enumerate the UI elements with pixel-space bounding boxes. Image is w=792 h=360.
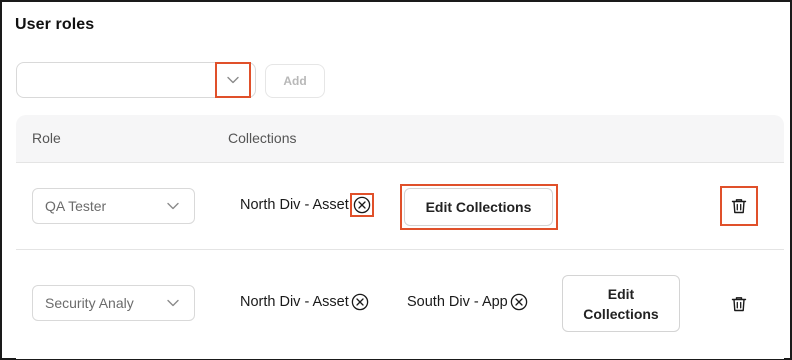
edit-collections-button[interactable]: Edit Collections [404,188,553,226]
remove-collection-button[interactable] [349,193,374,217]
remove-collection-button[interactable] [351,293,369,311]
close-circle-icon [353,196,371,214]
collection-chip-label: South Div - App [407,294,508,310]
edit-collections-label-line2: Collections [583,305,659,322]
table-row: Security Analy North Div - Asset South D… [16,251,784,359]
section-title: User roles [15,16,95,33]
chevron-down-icon [167,202,179,210]
roles-table-header: Role Collections [16,115,784,163]
role-picker-input[interactable] [16,62,256,98]
remove-collection-button[interactable] [510,293,528,311]
collection-chip: South Div - App [407,293,528,311]
user-roles-panel: User roles Add Role Collections QA Teste… [0,0,792,360]
delete-role-button[interactable] [729,294,749,314]
collection-chip: North Div - Asset [240,193,374,217]
edit-collections-label-line1: Edit [607,285,635,302]
collection-chip: North Div - Asset [240,293,369,311]
close-circle-icon [510,293,527,311]
chevron-down-icon [227,76,239,84]
trash-icon [731,199,747,214]
column-header-collections: Collections [228,130,297,146]
role-select-value: QA Tester [45,198,107,214]
collection-chip-label: North Div - Asset [240,294,349,310]
role-select[interactable]: QA Tester [32,188,195,224]
add-role-button[interactable]: Add [265,64,325,98]
table-row: QA Tester North Div - Asset Edit Collect… [16,164,784,250]
delete-role-button[interactable] [729,196,749,216]
collection-chip-label: North Div - Asset [240,197,349,213]
role-select[interactable]: Security Analy [32,285,195,321]
chevron-down-icon [167,299,179,307]
role-picker-dropdown-button[interactable] [215,62,251,98]
role-select-value: Security Analy [45,295,134,311]
trash-icon [731,297,747,312]
close-circle-icon [351,293,369,311]
edit-collections-button[interactable]: Edit Collections [562,275,680,332]
column-header-role: Role [32,130,61,146]
